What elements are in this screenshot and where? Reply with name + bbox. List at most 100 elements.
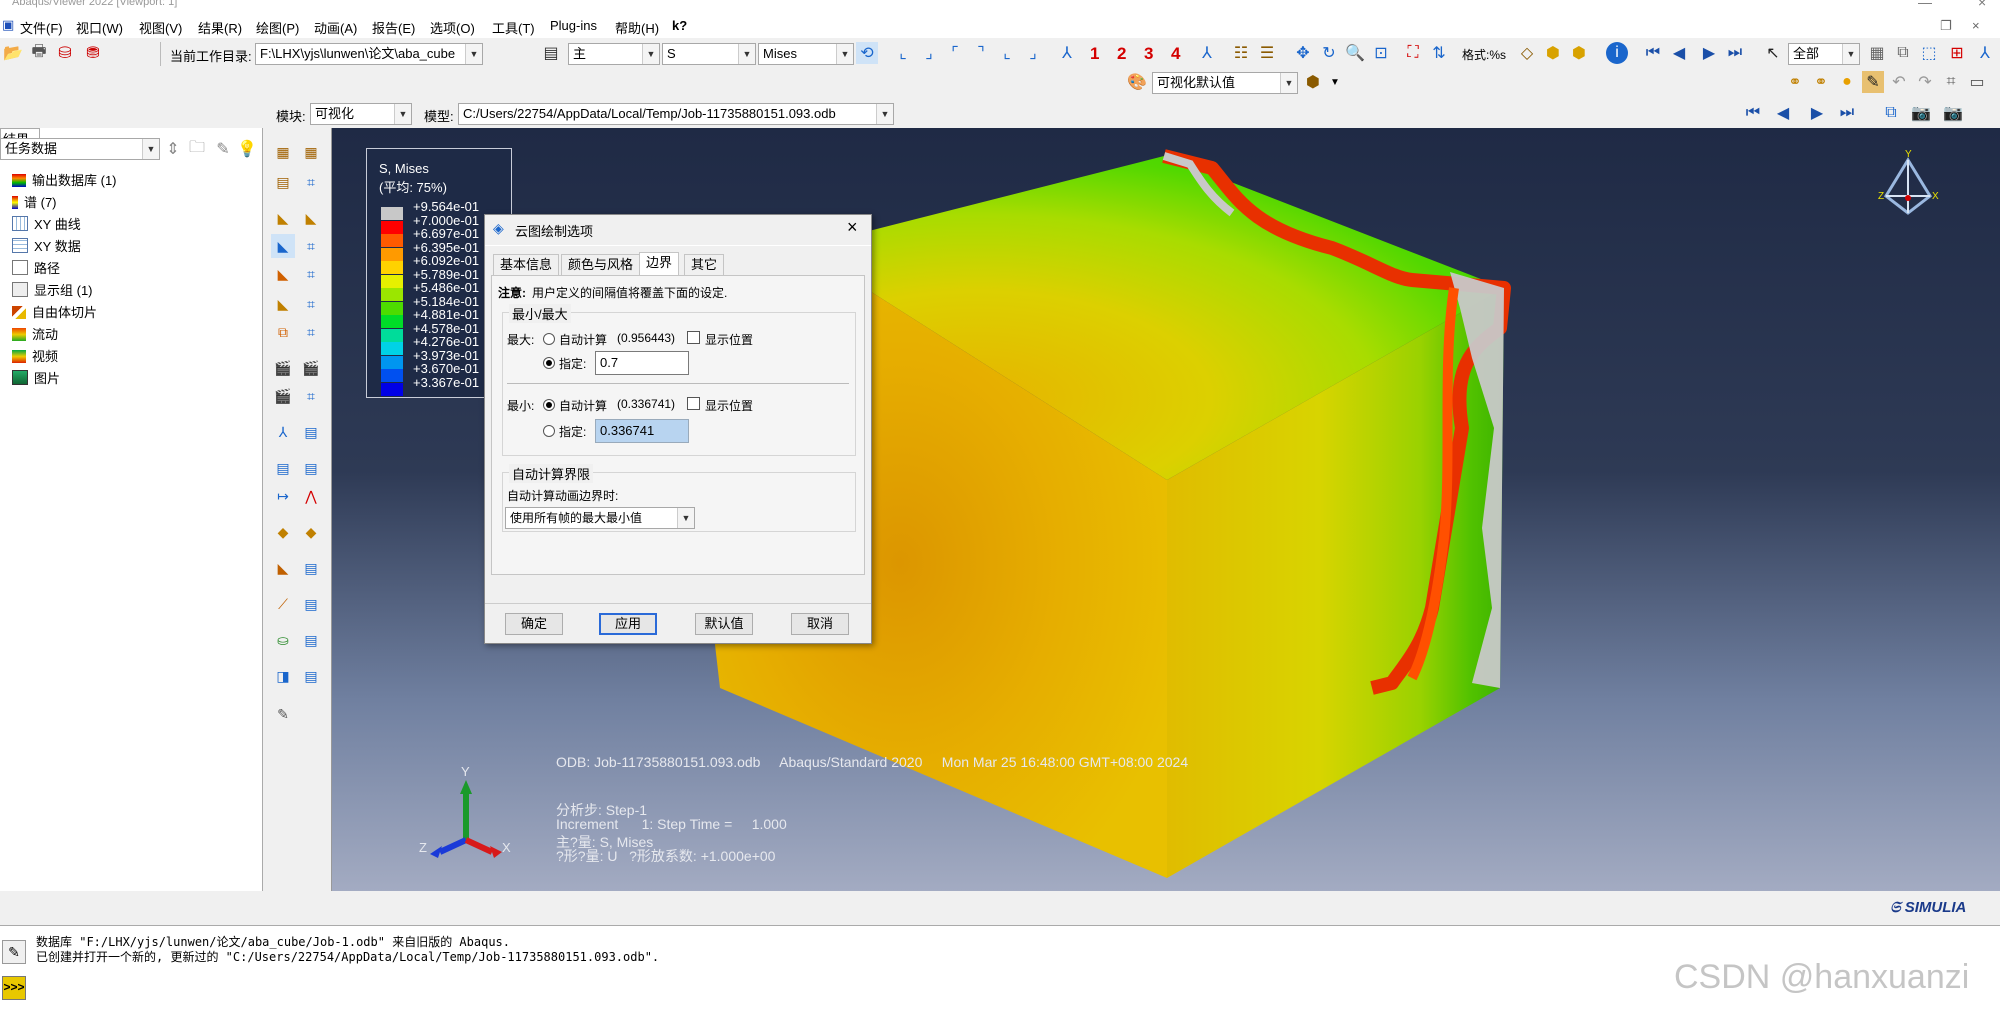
free-body-manager-icon[interactable]: ▤ (299, 592, 323, 616)
iso-view-icon[interactable]: ⅄ (1056, 42, 1078, 64)
palette-icon[interactable]: 🎨 (1126, 71, 1148, 93)
view-yz-icon[interactable]: ⌞ (996, 42, 1018, 64)
last-frame-icon[interactable]: ⏭ (1836, 102, 1858, 124)
model-combo[interactable]: C:/Users/22754/AppData/Local/Temp/Job-11… (458, 103, 894, 125)
menu-help[interactable]: 帮助(H) (615, 18, 659, 37)
animate-history-icon[interactable]: 🎬 (271, 384, 295, 408)
minimize-icon[interactable]: — (1918, 0, 1932, 10)
cube-hidden-icon[interactable]: ⬢ (1542, 42, 1564, 64)
tab-color-style[interactable]: 颜色与风格 (561, 254, 641, 275)
max-value-input[interactable]: 0.7 (595, 351, 689, 375)
path-tool-icon[interactable]: ↦ (271, 484, 295, 508)
replace-tool-icon[interactable]: ◆ (299, 520, 323, 544)
view-xy-icon[interactable]: ⌞ (892, 42, 914, 64)
view-yx-icon[interactable]: ⌟ (918, 42, 940, 64)
save-db-icon[interactable]: ⛁ (54, 42, 76, 64)
context-help-icon[interactable]: k? (672, 18, 687, 33)
close-icon[interactable]: × (847, 217, 858, 238)
field-output-tool-icon[interactable]: ▤ (271, 170, 295, 194)
create-xy-icon[interactable]: ▤ (271, 456, 295, 480)
max-auto-radio[interactable] (543, 333, 555, 345)
min-auto-radio[interactable] (543, 399, 555, 411)
menu-report[interactable]: 报告(E) (372, 18, 415, 37)
variable-combo[interactable]: S ▼ (662, 43, 756, 65)
prev-frame-icon[interactable]: ◀ (1668, 42, 1690, 64)
view-xz-icon[interactable]: ⌝ (970, 42, 992, 64)
max-show-location-checkbox[interactable] (687, 331, 700, 344)
select-cube-icon[interactable]: ⧉ (1892, 42, 1914, 64)
contour-icon[interactable]: ◣ (271, 234, 295, 258)
tree-item-display-group[interactable]: 显示组 (1) (12, 280, 93, 299)
format-label[interactable]: 格式:%s (1462, 46, 1506, 63)
view-zx-icon[interactable]: ⌜ (944, 42, 966, 64)
cycle-icon[interactable]: ⇅ (1428, 42, 1450, 64)
contour-options-icon[interactable]: ⌗ (299, 234, 323, 258)
python-prompt-icon[interactable]: >>> (2, 976, 26, 1000)
annotate-icon[interactable]: ✎ (271, 702, 295, 726)
lightbulb-icon[interactable]: 💡 (236, 138, 258, 160)
open-icon[interactable]: 📂 (2, 42, 24, 64)
zoom-icon[interactable]: 🔍 (1344, 42, 1366, 64)
restore-icon[interactable]: ❐ (1940, 18, 1952, 34)
tab-basic[interactable]: 基本信息 (493, 254, 560, 275)
query-icon[interactable]: ⅄ (1974, 42, 1996, 64)
light-icon[interactable]: ● (1836, 71, 1858, 93)
menu-view[interactable]: 视图(V) (139, 18, 182, 37)
render-style-icon[interactable]: ⬢ (1302, 71, 1324, 93)
rotate-icon[interactable]: ↻ (1318, 42, 1340, 64)
module-combo[interactable]: 可视化 ▼ (310, 103, 412, 125)
camera-icon[interactable]: 📷 (1910, 102, 1932, 124)
stream-icon[interactable]: ⛀ (271, 628, 295, 652)
xy-manager-icon[interactable]: ▤ (299, 456, 323, 480)
menu-viewport[interactable]: 视口(W) (76, 18, 123, 37)
camera2-icon[interactable]: 📷 (1942, 102, 1964, 124)
xy-curve-tool-icon[interactable]: ⋀ (299, 484, 323, 508)
orient-options-icon[interactable]: ⌗ (299, 292, 323, 316)
window-tool-icon[interactable]: ▭ (1966, 71, 1988, 93)
tree-item-odb[interactable]: 输出数据库 (1) (12, 170, 117, 189)
min-value-input[interactable]: 0.336741 (595, 419, 689, 443)
ok-button[interactable]: 确定 (505, 613, 563, 635)
tree-item-image[interactable]: 图片 (12, 368, 60, 387)
filter-combo[interactable]: 任务数据 ▼ (0, 138, 160, 160)
cut-manager-icon[interactable]: ▤ (299, 664, 323, 688)
tab-limits[interactable]: 边界 (639, 252, 680, 276)
fit-icon[interactable]: ⛶ (1402, 42, 1424, 64)
prev-frame-icon[interactable]: ◀ (1772, 102, 1794, 124)
upload-icon[interactable]: ⛃ (82, 42, 104, 64)
overlay-icon[interactable]: ⚭ (1784, 71, 1806, 93)
cube-wire-icon[interactable]: ◇ (1516, 42, 1538, 64)
query-tool-icon[interactable]: ◣ (271, 556, 295, 580)
material-orient-icon[interactable]: ◣ (271, 292, 295, 316)
first-frame-icon[interactable]: ⏮ (1742, 102, 1764, 124)
menu-plugins[interactable]: Plug-ins (550, 18, 597, 33)
next-frame-icon[interactable]: ▶ (1806, 102, 1828, 124)
min-specify-radio[interactable] (543, 425, 555, 437)
overlay-plot-icon[interactable]: ⧉ (271, 320, 295, 344)
first-frame-icon[interactable]: ⏮ (1642, 42, 1664, 64)
probe-icon[interactable]: ⊞ (1946, 42, 1968, 64)
section-points-icon[interactable]: ⌗ (299, 170, 323, 194)
message-area-icon[interactable]: ✎ (2, 940, 26, 964)
redo-icon[interactable]: ↷ (1914, 71, 1936, 93)
undo-icon[interactable]: ↶ (1888, 71, 1910, 93)
next-frame-icon[interactable]: ▶ (1698, 42, 1720, 64)
menu-file[interactable]: 文件(F) (20, 18, 63, 37)
xy-plot-icon[interactable]: ⅄ (271, 420, 295, 444)
tree-item-flow[interactable]: 流动 (12, 324, 58, 343)
tree-item-free-body[interactable]: 自由体切片 (12, 302, 97, 321)
viz-default-combo[interactable]: 可视化默认值 ▼ (1152, 72, 1298, 94)
symbol-options-icon[interactable]: ⌗ (299, 262, 323, 286)
stack-icon[interactable]: ☰ (1256, 42, 1278, 64)
query-options-icon[interactable]: ▤ (299, 556, 323, 580)
free-body-tool-icon[interactable]: ⟋ (271, 592, 295, 616)
symbol-icon[interactable]: ◣ (271, 262, 295, 286)
auto-anim-combo[interactable]: 使用所有帧的最大最小值 ▼ (505, 507, 695, 529)
deformed-icon[interactable]: ◣ (299, 206, 323, 230)
animate-icon[interactable]: 🎬 (271, 356, 295, 380)
close-viewport-icon[interactable]: × (1972, 18, 1980, 33)
auto-fit-icon[interactable]: ⅄ (1196, 42, 1218, 64)
last-frame-icon[interactable]: ⏭ (1724, 42, 1746, 64)
info-icon[interactable]: i (1606, 42, 1628, 64)
apply-button[interactable]: 应用 (599, 613, 657, 635)
